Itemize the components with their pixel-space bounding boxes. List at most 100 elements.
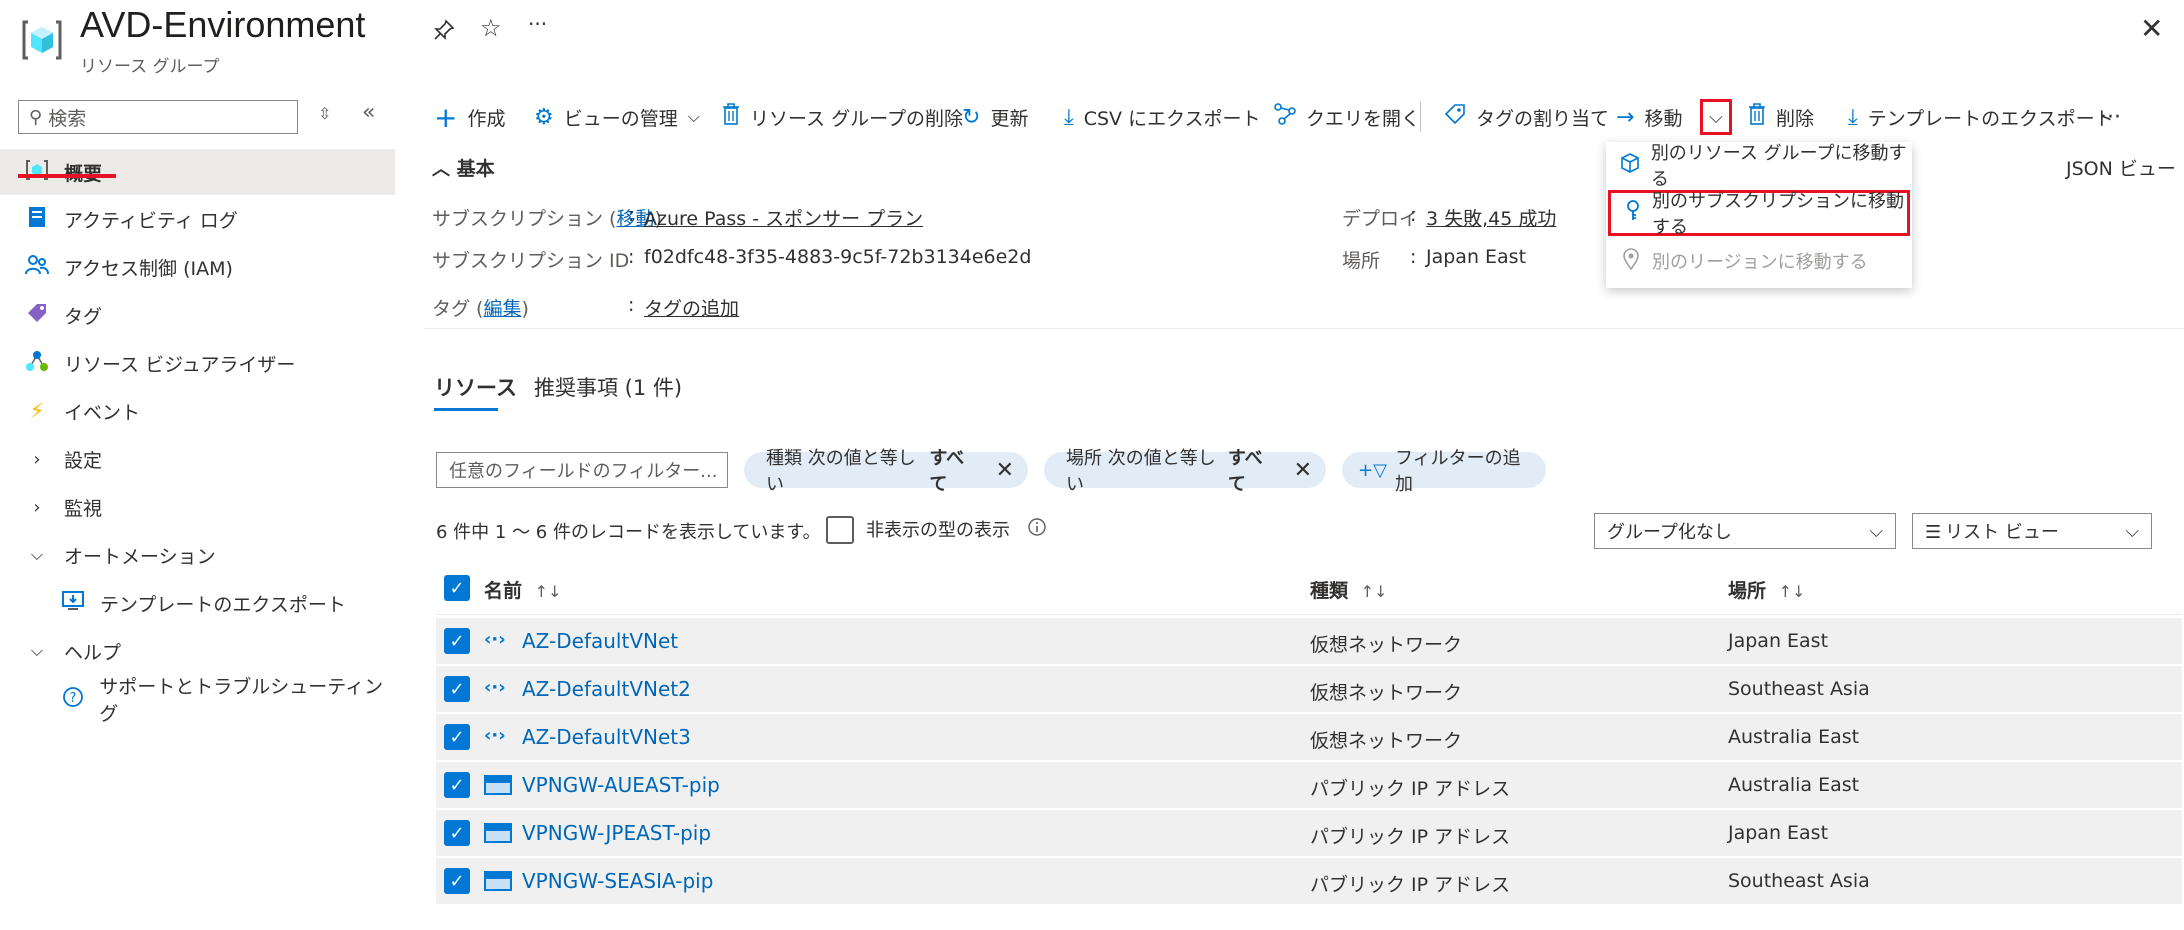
row-checkbox[interactable]: ✓ (444, 676, 470, 702)
delete-resource-group-button[interactable]: リソース グループの削除 (722, 100, 963, 134)
resource-type: パブリック IP アドレス (1310, 874, 1511, 896)
location-filter-pill[interactable]: 場所 次の値と等しい すべて ✕ (1044, 448, 1326, 495)
table-row[interactable]: ✓ VPNGW-JPEAST-pip パブリック IP アドレス Japan E… (436, 810, 2182, 856)
sidebar-item-resource-visualizer[interactable]: リソース ビジュアライザー (0, 340, 395, 386)
delete-button[interactable]: 削除 (1748, 100, 1814, 134)
show-hidden-types-checkbox[interactable] (826, 516, 854, 544)
sort-updown-icon[interactable]: ⇳ (318, 104, 331, 123)
move-to-resource-group-item[interactable]: 別のリソース グループに移動する (1606, 142, 1912, 190)
json-view-link[interactable]: JSON ビュー (2066, 154, 2176, 181)
sidebar-item-automation[interactable]: ⌵ オートメーション (0, 532, 395, 578)
essentials-divider (424, 328, 2184, 329)
chevron-right-icon: › (33, 496, 41, 518)
row-checkbox[interactable]: ✓ (444, 820, 470, 846)
row-checkbox[interactable]: ✓ (444, 868, 470, 894)
sidebar-item-help[interactable]: ⌵ ヘルプ (0, 628, 395, 674)
sidebar-item-export-template[interactable]: テンプレートのエクスポート (0, 580, 395, 626)
resource-name-link[interactable]: AZ-DefaultVNet2 (522, 677, 691, 701)
refresh-button[interactable]: ↻ 更新 (962, 100, 1028, 134)
view-select[interactable]: ☰ リスト ビュー ⌵ (1912, 513, 2152, 549)
assign-tags-button[interactable]: タグの割り当て (1444, 100, 1609, 134)
location-filter-value: すべて (1227, 448, 1263, 495)
add-tags-link[interactable]: タグの追加 (644, 294, 739, 321)
sidebar-item-tags[interactable]: タグ (0, 292, 395, 338)
table-row[interactable]: ✓ ‹·› AZ-DefaultVNet3 仮想ネットワーク Australia… (436, 714, 2182, 760)
visualizer-icon (22, 350, 52, 377)
collapse-sidebar-icon[interactable]: « (362, 100, 375, 125)
essentials-toggle[interactable]: ︿ 基本 (432, 154, 495, 181)
close-icon[interactable]: ✕ (2140, 12, 2163, 45)
sidebar-item-label: オートメーション (64, 545, 216, 568)
sidebar-item-label: アクティビティ ログ (64, 209, 238, 232)
sidebar-item-support[interactable]: ? サポートとトラブルシューティング (0, 676, 395, 725)
active-tab-indicator (434, 408, 498, 411)
grouping-select[interactable]: グループ化なし ⌵ (1594, 513, 1896, 549)
tab-resources[interactable]: リソース (434, 372, 517, 402)
resource-group-logo-icon (22, 18, 62, 62)
resource-name-link[interactable]: AZ-DefaultVNet (522, 629, 678, 653)
sidebar-item-overview[interactable]: 概要 (0, 149, 395, 195)
sidebar-item-events[interactable]: ⚡ イベント (0, 388, 395, 434)
resource-name-link[interactable]: VPNGW-SEASIA-pip (522, 869, 713, 893)
resource-name-link[interactable]: AZ-DefaultVNet3 (522, 725, 691, 749)
delete-rg-label: リソース グループの削除 (750, 107, 963, 130)
remove-filter-icon[interactable]: ✕ (1294, 458, 1312, 483)
table-row[interactable]: ✓ ‹·› AZ-DefaultVNet2 仮想ネットワーク Southeast… (436, 666, 2182, 712)
move-to-subscription-item[interactable]: 別のサブスクリプションに移動する (1608, 190, 1910, 238)
more-options-icon[interactable]: ··· (528, 12, 547, 36)
pin-icon[interactable] (432, 18, 456, 48)
subscription-value-link[interactable]: Azure Pass - スポンサー プラン (644, 204, 923, 231)
subscription-id-colon: : (628, 246, 635, 268)
manage-view-button[interactable]: ⚙ ビューの管理 ⌵ (534, 100, 700, 134)
resource-name-link[interactable]: VPNGW-AUEAST-pip (522, 773, 720, 797)
chevron-down-icon: ⌵ (687, 107, 700, 126)
manage-view-label: ビューの管理 (563, 107, 678, 130)
column-header-name[interactable]: 名前 ↑↓ (484, 576, 561, 603)
open-query-label: クエリを開く (1306, 107, 1421, 130)
virtual-network-icon: ‹·› (484, 677, 506, 698)
toolbar-more-button[interactable]: ··· (2100, 100, 2121, 134)
grouping-value: グループ化なし (1607, 522, 1732, 543)
resource-location: Australia East (1728, 726, 1860, 748)
favorite-star-icon[interactable]: ☆ (480, 14, 502, 42)
row-checkbox[interactable]: ✓ (444, 724, 470, 750)
arrow-right-icon: → (1616, 104, 1635, 130)
column-header-location[interactable]: 場所 ↑↓ (1728, 576, 1805, 603)
tab-recommendations[interactable]: 推奨事項 (1 件) (534, 372, 682, 402)
trash-icon (1748, 103, 1766, 131)
sidebar-item-settings[interactable]: › 設定 (0, 436, 395, 482)
field-filter-input[interactable]: 任意のフィールドのフィルター... (436, 452, 728, 488)
move-label: 移動 (1644, 107, 1683, 130)
move-button[interactable]: → 移動 (1616, 100, 1682, 134)
move-dropdown-chevron[interactable]: ⌵ (1700, 99, 1732, 135)
table-header-divider (436, 614, 2182, 615)
table-row[interactable]: ✓ VPNGW-SEASIA-pip パブリック IP アドレス Southea… (436, 858, 2182, 904)
virtual-network-icon: ‹·› (484, 725, 506, 746)
table-row[interactable]: ✓ VPNGW-AUEAST-pip パブリック IP アドレス Austral… (436, 762, 2182, 808)
sidebar-item-activity-log[interactable]: アクティビティ ログ (0, 196, 395, 242)
table-row[interactable]: ✓ ‹·› AZ-DefaultVNet 仮想ネットワーク Japan East (436, 618, 2182, 664)
resource-type: 仮想ネットワーク (1310, 634, 1463, 656)
chevron-down-icon: ⌵ (30, 545, 44, 564)
type-filter-pill[interactable]: 種類 次の値と等しい すべて ✕ (744, 448, 1028, 495)
export-template-button[interactable]: ⤓ テンプレートのエクスポート (1848, 100, 2114, 134)
remove-filter-icon[interactable]: ✕ (996, 458, 1014, 483)
show-hidden-types-label: 非表示の型の表示 (866, 520, 1010, 541)
tags-edit-link[interactable]: 編集 (483, 298, 521, 320)
public-ip-icon (484, 775, 512, 795)
open-query-button[interactable]: クエリを開く (1274, 100, 1420, 134)
query-nodes-icon (1274, 103, 1296, 131)
resource-name-link[interactable]: VPNGW-JPEAST-pip (522, 821, 711, 845)
add-filter-button[interactable]: +▽ フィルターの追加 (1342, 448, 1546, 495)
row-checkbox[interactable]: ✓ (444, 628, 470, 654)
sidebar-item-iam[interactable]: アクセス制御 (IAM) (0, 244, 395, 290)
deploy-value-link[interactable]: 3 失敗,45 成功 (1426, 204, 1556, 231)
export-csv-button[interactable]: ⤓ CSV にエクスポート (1064, 100, 1261, 134)
sidebar-item-monitoring[interactable]: › 監視 (0, 484, 395, 530)
create-button[interactable]: + 作成 (434, 100, 505, 134)
column-header-type[interactable]: 種類 ↑↓ (1310, 576, 1387, 603)
subscription-id-value: f02dfc48-3f35-4883-9c5f-72b3134e6e2d (644, 246, 1032, 268)
sidebar-search-input[interactable]: ⚲ 検索 (18, 100, 298, 134)
select-all-checkbox[interactable]: ✓ (444, 575, 470, 601)
row-checkbox[interactable]: ✓ (444, 772, 470, 798)
